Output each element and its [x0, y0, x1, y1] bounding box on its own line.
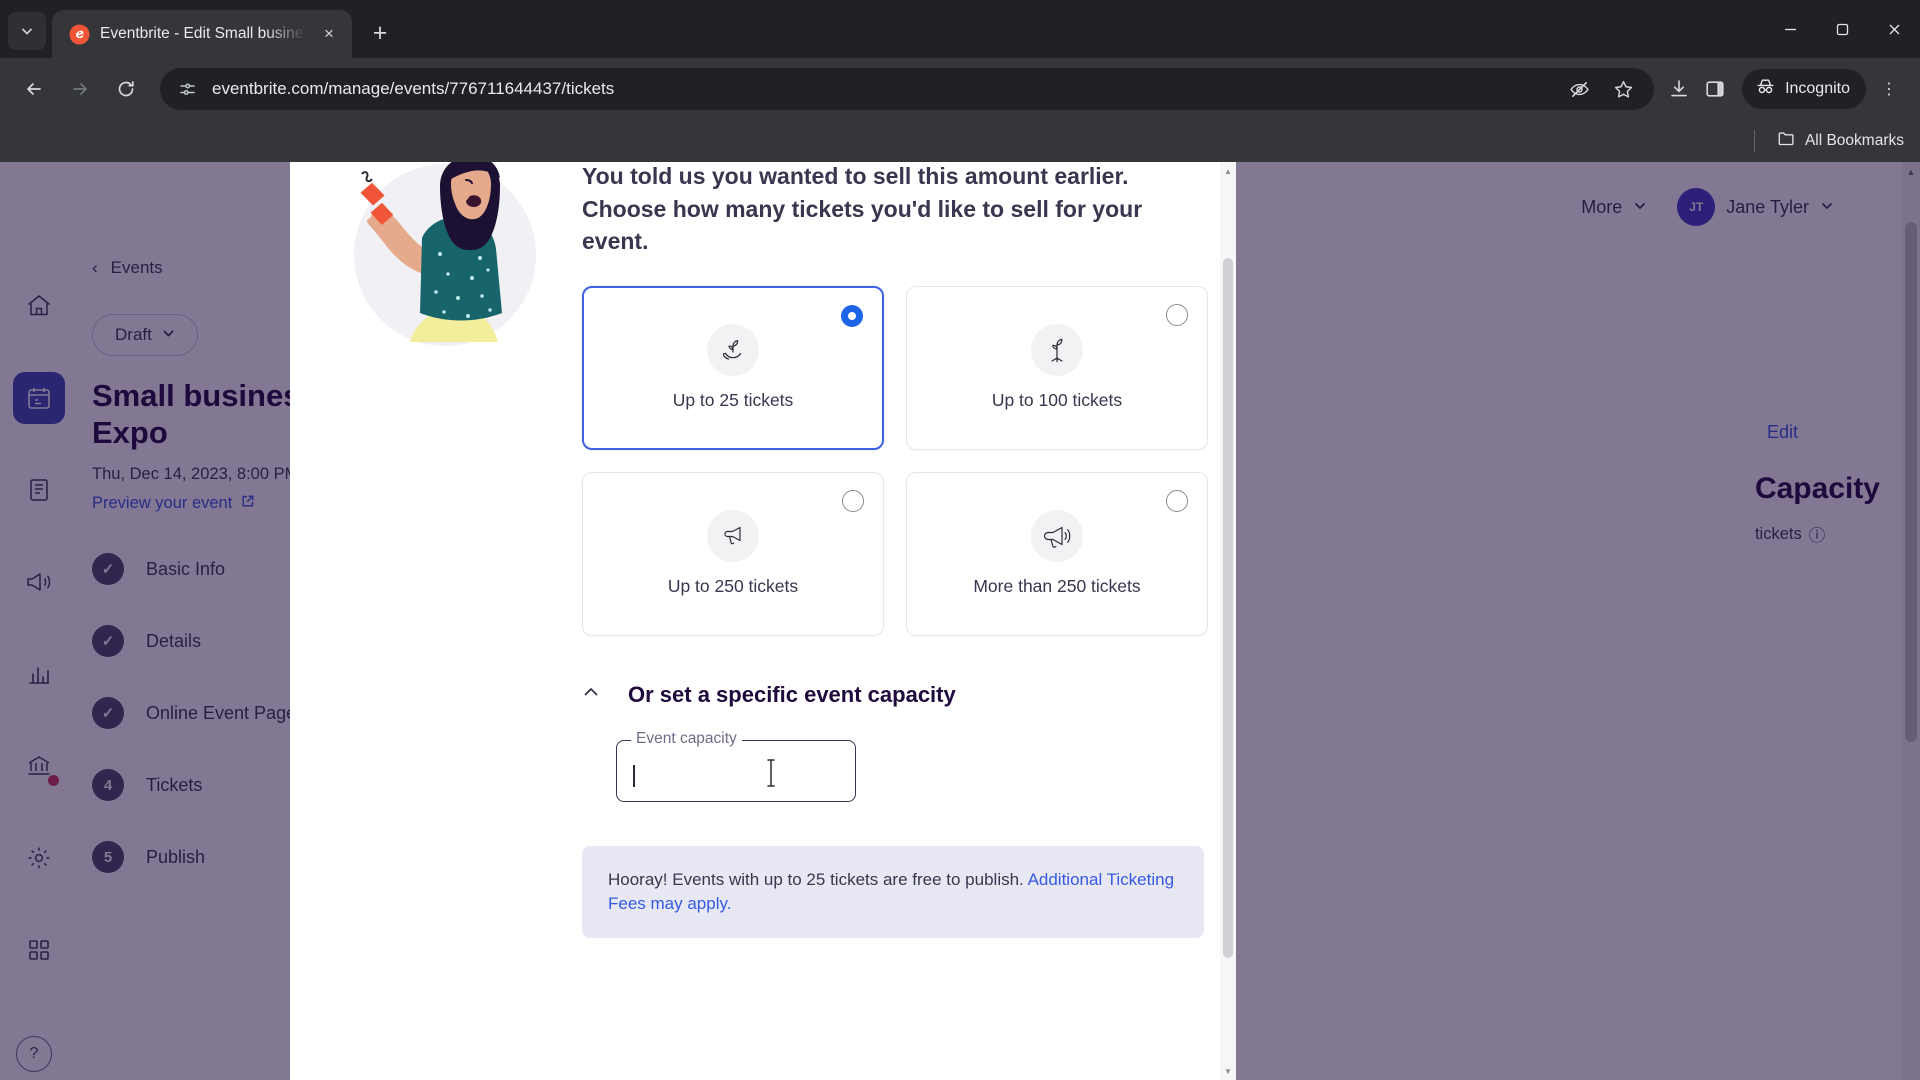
radio-more-than-250-tickets[interactable]: [1166, 489, 1188, 512]
folder-icon: [1777, 129, 1796, 153]
notice-text: Hooray! Events with up to 25 tickets are…: [608, 869, 1028, 889]
forward-icon[interactable]: [60, 69, 100, 109]
bookmark-divider: [1753, 130, 1755, 152]
incognito-hat-icon: [1755, 76, 1776, 102]
new-tab-button[interactable]: +: [360, 13, 400, 53]
event-capacity-input[interactable]: Event capacity: [616, 729, 856, 802]
seedling-in-hand-icon: [707, 324, 759, 377]
text-caret: [633, 764, 635, 787]
all-bookmarks-button[interactable]: All Bookmarks: [1777, 129, 1904, 153]
maximize-icon[interactable]: [1816, 6, 1868, 52]
bookmark-star-icon[interactable]: [1608, 74, 1638, 104]
option-up-to-25-tickets[interactable]: Up to 25 tickets: [582, 285, 884, 450]
modal-scrollbar-thumb[interactable]: [1223, 258, 1233, 958]
option-up-to-100-tickets[interactable]: Up to 100 tickets: [906, 285, 1208, 450]
tab-title: Eventbrite - Edit Small busines: [100, 25, 306, 42]
bookmarks-bar: All Bookmarks: [0, 120, 1920, 162]
megaphone-icon: [1031, 510, 1083, 563]
bullhorn-small-icon: [707, 510, 759, 563]
modal-scroll-up-icon[interactable]: ▲: [1220, 162, 1236, 180]
browser-toolbar: eventbrite.com/manage/events/77671164443…: [0, 58, 1920, 120]
eventbrite-favicon-icon: [68, 23, 90, 45]
free-to-publish-notice: Hooray! Events with up to 25 tickets are…: [582, 845, 1204, 939]
radio-up-to-250-tickets[interactable]: [842, 489, 864, 512]
reload-icon[interactable]: [106, 69, 146, 109]
option-up-to-250-tickets[interactable]: Up to 250 tickets: [582, 471, 884, 636]
browser-menu-icon[interactable]: ⋮: [1872, 69, 1906, 109]
page-viewport: eventbrite: [0, 162, 1920, 1080]
option-more-than-250-tickets[interactable]: More than 250 tickets: [906, 471, 1208, 636]
omnibox-actions: [1564, 74, 1642, 104]
tab-search-button[interactable]: [8, 12, 46, 50]
incognito-indicator[interactable]: Incognito: [1742, 69, 1866, 109]
event-capacity-field-wrap: Event capacity: [616, 729, 856, 802]
browser-tab[interactable]: Eventbrite - Edit Small busines ×: [52, 10, 352, 58]
minimize-icon[interactable]: [1764, 6, 1816, 52]
radio-up-to-100-tickets[interactable]: [1166, 303, 1188, 326]
option-label: More than 250 tickets: [973, 576, 1141, 597]
modal-lead-text: You told us you wanted to sell this amou…: [582, 163, 1143, 255]
downloads-icon[interactable]: [1664, 74, 1694, 104]
site-settings-icon[interactable]: [174, 76, 200, 102]
event-capacity-label: Event capacity: [631, 729, 742, 748]
radio-up-to-25-tickets[interactable]: [841, 304, 863, 327]
close-window-icon[interactable]: [1868, 6, 1920, 52]
specific-capacity-toggle[interactable]: Or set a specific event capacity: [582, 682, 1208, 708]
chevron-up-icon[interactable]: [582, 683, 600, 706]
close-tab-icon[interactable]: ×: [316, 21, 342, 47]
address-bar[interactable]: eventbrite.com/manage/events/77671164443…: [160, 68, 1655, 110]
option-label: Up to 250 tickets: [667, 576, 799, 597]
modal-scrollbar[interactable]: ▲ ▼: [1220, 162, 1236, 1080]
modal-scroll-down-icon[interactable]: ▼: [1220, 1062, 1236, 1080]
modal-content: You told us you wanted to sell this amou…: [290, 162, 1236, 978]
all-bookmarks-label: All Bookmarks: [1804, 132, 1904, 149]
ticket-quantity-options: Up to 25 tickets Up to 100 tickets Up to…: [582, 285, 1208, 636]
specific-capacity-heading: Or set a specific event capacity: [628, 681, 956, 707]
back-icon[interactable]: [14, 69, 54, 109]
celebration-illustration: [348, 162, 558, 376]
mouse-text-cursor-icon: [764, 758, 778, 788]
window-controls: [1764, 0, 1920, 58]
ticket-quantity-modal: You told us you wanted to sell this amou…: [290, 162, 1236, 1080]
option-label: Up to 100 tickets: [991, 390, 1123, 411]
tab-strip: Eventbrite - Edit Small busines × +: [0, 0, 1920, 58]
option-label: Up to 25 tickets: [672, 390, 794, 411]
incognito-label: Incognito: [1785, 80, 1850, 97]
browser-window: Eventbrite - Edit Small busines × + even…: [0, 0, 1920, 1080]
side-panel-icon[interactable]: [1700, 74, 1730, 104]
sprout-icon: [1031, 324, 1083, 377]
modal-body: You told us you wanted to sell this amou…: [558, 162, 1208, 939]
tracking-protection-icon[interactable]: [1564, 74, 1594, 104]
url-text: eventbrite.com/manage/events/77671164443…: [212, 79, 615, 98]
